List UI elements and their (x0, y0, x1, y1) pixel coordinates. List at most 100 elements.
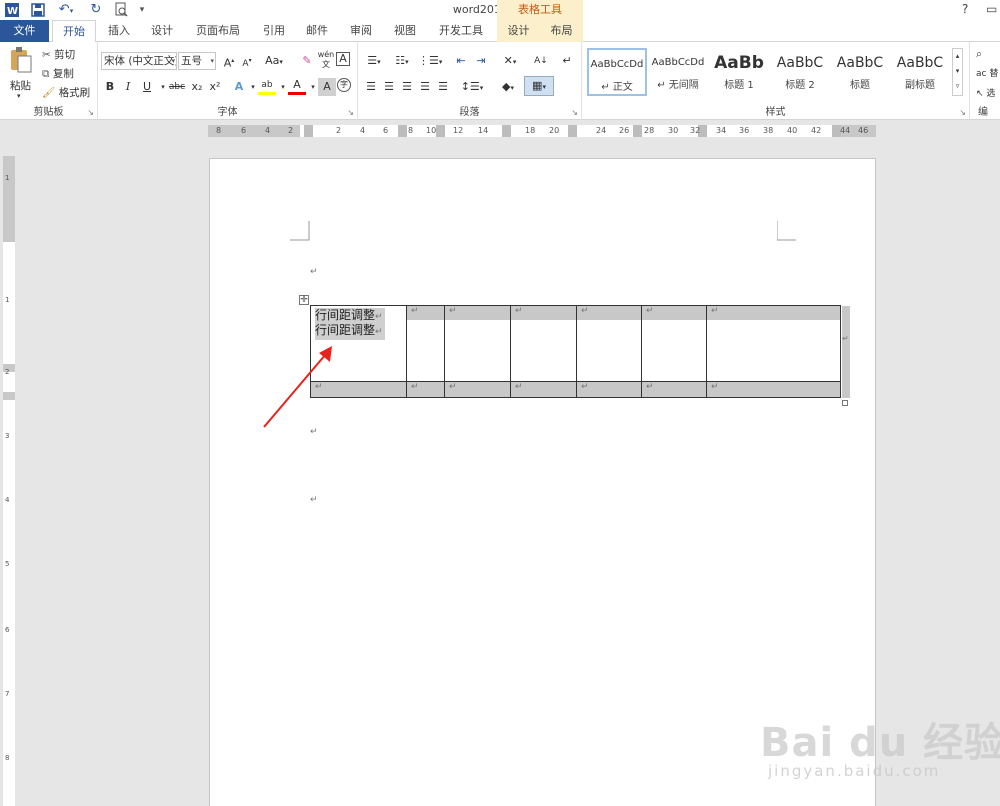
sort-icon[interactable]: A↓ (532, 52, 550, 70)
style-name: 标题 2 (785, 80, 815, 91)
phonetic-guide-icon[interactable]: wén 文 (317, 50, 335, 69)
ruler-column-marker[interactable] (436, 125, 445, 137)
table-cell[interactable]: ↵ (641, 305, 707, 382)
ruler-tick: 18 (525, 126, 536, 135)
table-cell[interactable]: ↵ (641, 381, 707, 398)
help-button[interactable]: ? (962, 2, 968, 16)
decrease-indent-icon[interactable]: ⇤ (452, 52, 470, 70)
ruler-column-marker[interactable] (633, 125, 642, 137)
superscript-button[interactable]: x² (206, 78, 224, 96)
multilevel-list-icon[interactable]: ⋮☰▾ (418, 52, 442, 70)
paragraph-mark: ↵ (375, 312, 383, 322)
format-painter-button[interactable]: 🖌 格式刷 (42, 85, 90, 100)
document-table[interactable]: 行间距调整↵ 行间距调整↵ ↵ ↵ ↵ ↵ ↵ ↵ ↵ ↵ ↵ ↵ ↵ ↵ ↵ (310, 305, 841, 398)
tab-insert[interactable]: 插入 (99, 20, 139, 42)
table-cell[interactable]: ↵ (706, 381, 841, 398)
borders-button[interactable]: ▦▾ (524, 76, 554, 96)
ruler-column-marker[interactable] (398, 125, 407, 137)
distributed-icon[interactable]: ☰ (434, 78, 452, 96)
shading-icon[interactable]: ◆▾ (496, 78, 520, 96)
style-no-spacing[interactable]: AaBbCcDd ↵ 无间隔 (648, 48, 708, 96)
ruler-column-marker[interactable] (304, 125, 313, 137)
table-cell[interactable]: ↵ (406, 381, 445, 398)
ruler-row-marker[interactable] (3, 392, 15, 400)
cut-button[interactable]: ✂ 剪切 (42, 47, 75, 62)
paragraph-launcher-icon[interactable]: ↘ (571, 108, 578, 117)
paragraph-mark[interactable]: ↵ (310, 495, 318, 505)
justify-icon[interactable]: ☰ (416, 78, 434, 96)
style-heading2[interactable]: AaBbC 标题 2 (770, 48, 830, 96)
find-icon[interactable]: ⌕ (976, 48, 982, 61)
select-button[interactable]: ↖ 选 (976, 86, 995, 99)
paste-button[interactable]: 粘贴 ▾ (6, 46, 34, 100)
character-shading-button[interactable]: A (318, 78, 336, 96)
strikethrough-button[interactable]: abc (166, 78, 188, 96)
styles-launcher-icon[interactable]: ↘ (959, 108, 966, 117)
numbering-icon[interactable]: ☷▾ (390, 52, 414, 70)
shrink-font-button[interactable]: A▾ (238, 52, 256, 70)
row-end-mark: ↵ (842, 334, 849, 343)
table-cell[interactable]: ↵ (444, 381, 511, 398)
table-resize-handle[interactable] (842, 400, 848, 406)
table-cell[interactable]: ↵ (406, 305, 445, 382)
show-marks-icon[interactable]: ↵ (558, 52, 576, 70)
cell-mark: ↵ (581, 306, 589, 316)
grow-font-button[interactable]: A▴ (220, 52, 238, 70)
font-size-select[interactable]: 五号 ▾ (178, 52, 216, 70)
table-cell[interactable]: ↵ (706, 305, 841, 382)
tab-design[interactable]: 设计 (142, 20, 182, 42)
clipboard-launcher-icon[interactable]: ↘ (87, 108, 94, 117)
bold-button[interactable]: B (101, 78, 119, 96)
table-cell[interactable]: ↵ (444, 305, 511, 382)
table-move-handle-icon[interactable]: ✛ (299, 295, 309, 305)
clear-formatting-icon[interactable]: ✎ (298, 52, 316, 70)
font-launcher-icon[interactable]: ↘ (347, 108, 354, 117)
line-spacing-icon[interactable]: ↕☰▾ (460, 78, 484, 96)
tab-view[interactable]: 视图 (385, 20, 425, 42)
subscript-button[interactable]: x₂ (188, 78, 206, 96)
paragraph-mark[interactable]: ↵ (310, 267, 318, 277)
tab-table-layout[interactable]: 布局 (540, 20, 583, 42)
align-center-icon[interactable]: ☰ (380, 78, 398, 96)
horizontal-ruler[interactable]: 8 6 4 2 2 4 6 8 10 12 14 18 20 24 26 28 … (0, 121, 1000, 141)
table-cell[interactable]: ↵ (576, 305, 642, 382)
paragraph-group-label: 段落 (459, 107, 480, 118)
table-cell[interactable]: ↵ (576, 381, 642, 398)
select-label: 选 (986, 89, 996, 99)
tab-review[interactable]: 审阅 (341, 20, 381, 42)
tab-references[interactable]: 引用 (254, 20, 294, 42)
chevron-down-icon: ▾ (171, 57, 175, 65)
ruler-tick: 36 (739, 126, 750, 135)
italic-button[interactable]: I (119, 78, 137, 96)
chinese-layout-icon[interactable]: ✕▾ (498, 52, 522, 70)
ribbon-display-icon[interactable]: ▭ (986, 2, 997, 16)
table-cell[interactable]: ↵ (510, 305, 577, 382)
tab-file[interactable]: 文件 (0, 20, 49, 42)
style-heading1[interactable]: AaBb 标题 1 (709, 48, 769, 96)
replace-button[interactable]: ac 替 (976, 66, 998, 79)
bullets-icon[interactable]: ☰▾ (362, 52, 386, 70)
vertical-ruler[interactable]: 1 1 2 3 4 5 6 7 8 (3, 156, 15, 806)
change-case-button[interactable]: Aa▾ (261, 52, 287, 70)
align-left-icon[interactable]: ☰ (362, 78, 380, 96)
table-cell[interactable]: ↵ (510, 381, 577, 398)
style-normal[interactable]: AaBbCcDd ↵ 正文 (587, 48, 647, 96)
tab-developer[interactable]: 开发工具 (428, 20, 494, 42)
tab-mailings[interactable]: 邮件 (297, 20, 337, 42)
styles-scroll[interactable]: ▴ ▾ ▿ (952, 48, 963, 96)
ruler-column-marker[interactable] (568, 125, 577, 137)
ruler-tick: 8 (408, 126, 414, 135)
character-border-icon[interactable]: A (336, 52, 350, 66)
font-name-select[interactable]: 宋体 (中文正文) ▾ (101, 52, 177, 70)
align-right-icon[interactable]: ☰ (398, 78, 416, 96)
enclose-characters-button[interactable]: 字 (337, 78, 351, 92)
tab-table-design[interactable]: 设计 (497, 20, 540, 42)
style-subtitle[interactable]: AaBbC 副标题 (890, 48, 950, 96)
char-border-glyph: A (339, 52, 347, 65)
increase-indent-icon[interactable]: ⇥ (472, 52, 490, 70)
ruler-column-marker[interactable] (502, 125, 511, 137)
tab-page-layout[interactable]: 页面布局 (186, 20, 250, 42)
style-title[interactable]: AaBbC 标题 (830, 48, 890, 96)
copy-button[interactable]: ⧉ 复制 (42, 66, 74, 81)
tab-home[interactable]: 开始 (52, 20, 96, 43)
